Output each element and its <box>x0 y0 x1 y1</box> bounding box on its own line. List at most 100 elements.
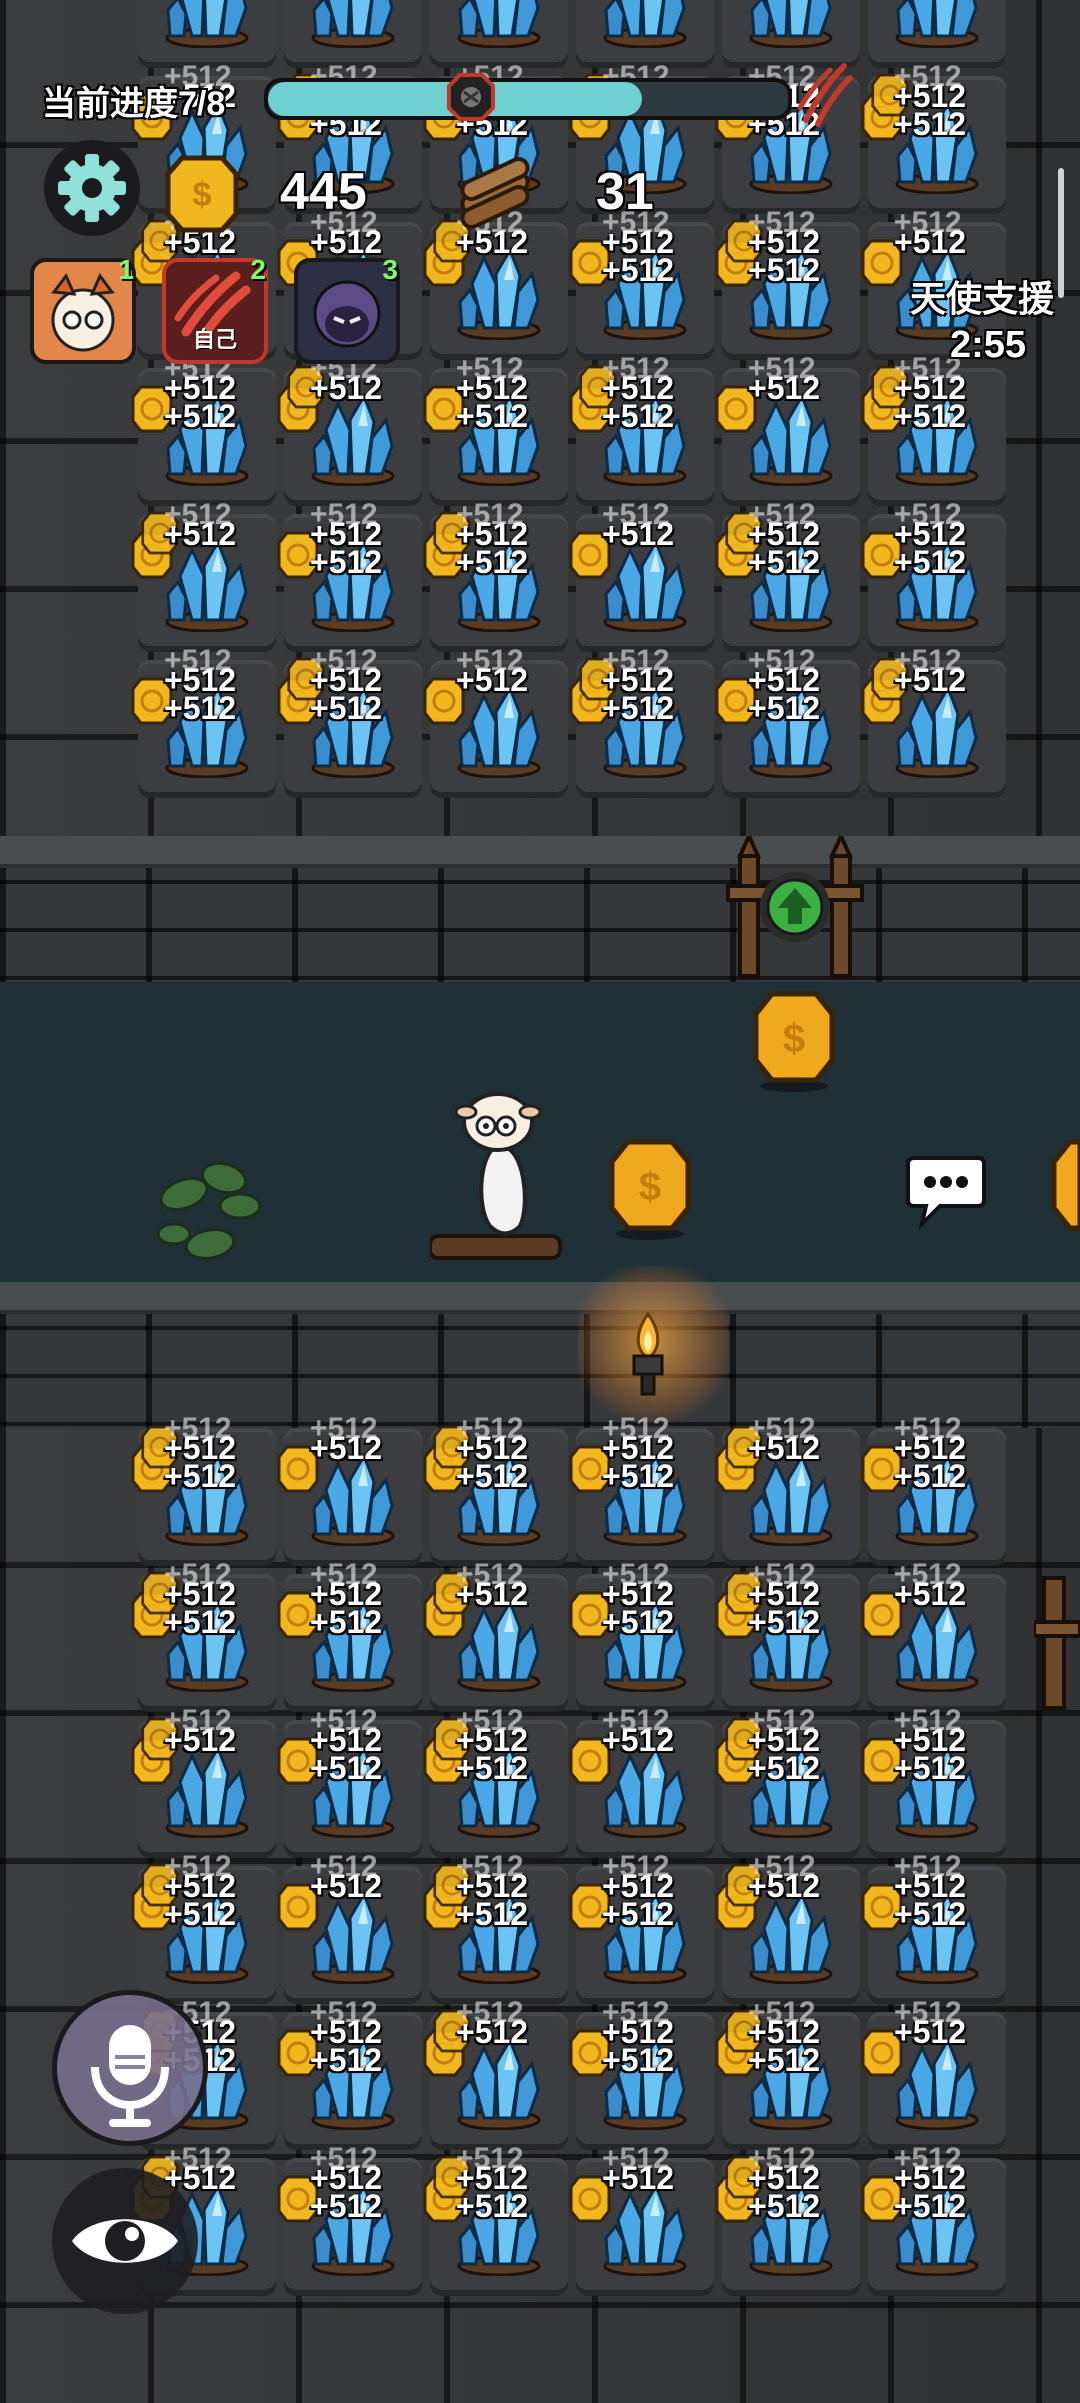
crystal-tile[interactable]: +512+512 <box>715 352 864 510</box>
claw-mark-icon <box>797 63 853 127</box>
crystal-tile[interactable]: +512+512 <box>861 1558 1010 1716</box>
reward-amount-faded: +512 <box>164 644 232 677</box>
reward-amount-faded: +512 <box>456 1996 524 2029</box>
crystal-tile[interactable]: +512+512 <box>277 352 426 510</box>
crystal-tile[interactable]: +512+512 <box>861 1996 1010 2154</box>
crystal-tile[interactable]: +512+512+512 <box>861 1850 1010 2008</box>
torch-icon <box>632 1311 664 1396</box>
crystal-tile[interactable]: +512+512+512 <box>715 1996 864 2154</box>
crystal-tile[interactable]: +512+512+512 <box>861 352 1010 510</box>
crystal-tile[interactable]: +512+512+512 <box>131 644 280 802</box>
angel-support-timer: 2:55 <box>949 324 1026 366</box>
crystal-tile[interactable]: +512+512+512 <box>277 1996 426 2154</box>
reward-amount: +512 <box>310 2188 383 2224</box>
blue-crystal-icon <box>165 0 249 48</box>
reward-amount: +512 <box>602 398 675 434</box>
crystal-tile[interactable]: +512+512+512 <box>131 1558 280 1716</box>
crystal-tile[interactable]: +512+512 <box>569 498 718 656</box>
crystal-tile[interactable]: +512+512+512 <box>277 2142 426 2300</box>
settings-button[interactable] <box>44 140 140 236</box>
reward-amount-faded: +512 <box>748 1850 816 1883</box>
crystal-tile[interactable]: +512+512+512 <box>715 2142 864 2300</box>
gold-coin-icon[interactable]: $ <box>752 990 836 1092</box>
crystal-tile[interactable]: +512+512+512 <box>277 1558 426 1716</box>
crystal-tile[interactable]: +512+512 <box>423 206 572 364</box>
gold-coin-icon: $ <box>165 155 239 233</box>
crystal-tile[interactable]: +512+512+512 <box>715 1558 864 1716</box>
crystal-tile[interactable]: +512+512+512 <box>423 498 572 656</box>
crystal-tile[interactable]: +512+512+512 <box>423 1412 572 1570</box>
crystal-tile[interactable]: +512+512 <box>131 498 280 656</box>
gold-coin-icon[interactable] <box>1050 1138 1080 1240</box>
gate[interactable] <box>722 831 868 982</box>
crystal-tile[interactable]: +512+512+512 <box>423 1850 572 2008</box>
voice-button[interactable] <box>52 1990 208 2146</box>
crystal-tile[interactable]: +512+512+512 <box>423 1704 572 1862</box>
scrollbar[interactable] <box>1058 168 1064 298</box>
blue-crystal-icon <box>457 0 541 48</box>
crystal-tile[interactable]: +512+512 <box>569 1704 718 1862</box>
reward-amount: +512 <box>894 398 967 434</box>
crystal-tile[interactable]: +512+512+512 <box>569 1996 718 2154</box>
crystal-tile[interactable]: +512+512+512 <box>277 498 426 656</box>
crystal-tile[interactable]: +512+512 <box>131 1704 280 1862</box>
gold-coin-icon[interactable]: $ <box>608 1138 692 1240</box>
chat-bubble-icon[interactable] <box>904 1154 988 1231</box>
view-button[interactable] <box>52 2168 198 2314</box>
crystal-tile[interactable]: +512+512+512 <box>569 644 718 802</box>
crystal-tile[interactable]: +512+512+512 <box>715 644 864 802</box>
crystal-tile[interactable]: +512+512+512 <box>861 2142 1010 2300</box>
crystal-tile[interactable]: +512+512 <box>715 1412 864 1570</box>
player-avatar-3[interactable]: 3 <box>294 254 400 364</box>
reward-amount: +512 <box>602 2042 675 2078</box>
player-avatar-2[interactable]: 2 自己 <box>162 254 268 364</box>
crystal-tile[interactable]: +512+512 <box>423 1996 572 2154</box>
crystal-tile[interactable]: +512+512+512 <box>423 352 572 510</box>
crystal-tile[interactable]: +512+512+512 <box>861 1704 1010 1862</box>
crystal-tile[interactable]: +512+512 <box>569 2142 718 2300</box>
crystal-tile[interactable]: +512+512+512 <box>861 498 1010 656</box>
reward-amount-faded: +512 <box>310 1412 378 1445</box>
crystal-tile[interactable]: +512+512+512 <box>131 352 280 510</box>
crystal-tile[interactable]: +512+512+512 <box>569 352 718 510</box>
bush-icon <box>156 1161 262 1260</box>
crystal-tile[interactable]: +512+512+512 <box>861 1412 1010 1570</box>
angel-support-label[interactable]: 天使支援 <box>910 270 1054 322</box>
crystal-tile[interactable]: +512+512+512 <box>569 1412 718 1570</box>
gold-amount: 445 <box>280 163 367 221</box>
crystal-tile[interactable]: +512+512+512 <box>569 1850 718 2008</box>
crystal-tile[interactable]: +512+512+512 <box>715 498 864 656</box>
crystal-tile[interactable]: +512+512+512 <box>423 2142 572 2300</box>
upgrade-arrow-icon[interactable] <box>760 872 830 942</box>
reward-amount: +512 <box>456 544 529 580</box>
reward-amount: +512 <box>894 106 967 142</box>
reward-amount: +512 <box>748 2042 821 2078</box>
crystal-tile[interactable]: +512+512 <box>861 644 1010 802</box>
crystal-tile[interactable]: +512+512 <box>277 1850 426 2008</box>
crystal-tile[interactable]: +512+512+512 <box>861 60 1010 218</box>
reward-amount-faded: +512 <box>748 498 816 531</box>
reward-amount-faded: +512 <box>748 1412 816 1445</box>
crystal-tile[interactable]: +512+512 <box>423 1558 572 1716</box>
crystal-tile[interactable]: +512+512+512 <box>569 1558 718 1716</box>
reward-amount-faded: +512 <box>894 1704 962 1737</box>
player-avatar-1[interactable]: 1 <box>30 254 136 364</box>
crystal-tile[interactable]: +512+512+512 <box>569 206 718 364</box>
crystal-tile[interactable]: +512+512 <box>277 1412 426 1570</box>
reward-amount-faded: +512 <box>310 2142 378 2175</box>
reward-amount-faded: +512 <box>748 352 816 385</box>
reward-amount-faded: +512 <box>748 206 816 239</box>
reward-amount: +512 <box>164 690 237 726</box>
sheep-player[interactable] <box>428 1086 580 1266</box>
crystal-tile[interactable]: +512+512+512 <box>131 1412 280 1570</box>
crystal-tile[interactable]: +512+512 <box>715 1850 864 2008</box>
crystal-tile[interactable]: +512+512+512 <box>277 1704 426 1862</box>
crystal-tile[interactable]: +512+512+512 <box>715 206 864 364</box>
self-tag: 自己 <box>192 327 237 352</box>
player-rank: 1 <box>118 254 134 285</box>
crystal-tile[interactable]: +512+512+512 <box>277 644 426 802</box>
crystal-tile[interactable]: +512+512+512 <box>715 1704 864 1862</box>
reward-amount-faded: +512 <box>164 1850 232 1883</box>
crystal-tile[interactable]: +512+512 <box>423 644 572 802</box>
crystal-tile[interactable]: +512+512+512 <box>131 1850 280 2008</box>
